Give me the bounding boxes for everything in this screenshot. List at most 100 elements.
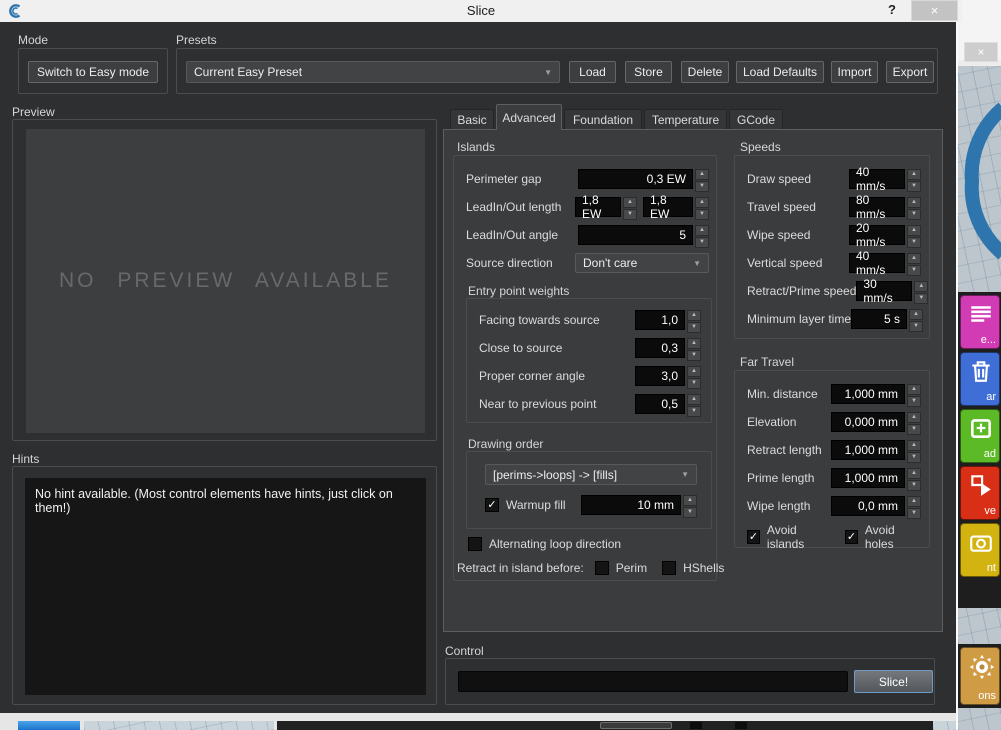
switch-easy-mode-button[interactable]: Switch to Easy mode (28, 61, 158, 83)
spin-down-icon[interactable]: ▼ (907, 396, 921, 407)
spin-down-icon[interactable]: ▼ (695, 181, 709, 192)
leadinout-angle-value[interactable]: 5 (578, 225, 693, 245)
minimum-layer-time-value[interactable]: 5 s (851, 309, 907, 329)
background-toolbar-square[interactable] (735, 722, 747, 729)
spinner-buttons[interactable]: ▲ ▼ (907, 412, 921, 432)
alternating-loop-checkbox[interactable]: ✓ Alternating loop direction (468, 537, 621, 551)
spinner-buttons[interactable]: ▲ ▼ (907, 384, 921, 404)
retract-length-value[interactable]: 1,000 mm (831, 440, 905, 460)
spin-up-icon[interactable]: ▲ (907, 197, 921, 208)
wipe-speed-input[interactable]: 20 mm/s ▲ ▼ (849, 225, 921, 245)
spin-down-icon[interactable]: ▼ (907, 265, 921, 276)
spinner-buttons[interactable]: ▲ ▼ (907, 496, 921, 516)
import-button[interactable]: Import (831, 61, 878, 83)
spin-up-icon[interactable]: ▲ (907, 384, 921, 395)
spinner-buttons[interactable]: ▲ ▼ (907, 440, 921, 460)
near-previous-point-input[interactable]: 0,5 ▲ ▼ (635, 394, 701, 414)
spin-up-icon[interactable]: ▲ (695, 197, 709, 208)
spinner-buttons[interactable]: ▲ ▼ (909, 309, 923, 329)
spinner-buttons[interactable]: ▲ ▼ (907, 225, 921, 245)
spin-down-icon[interactable]: ▼ (907, 181, 921, 192)
spinner-buttons[interactable]: ▲ ▼ (687, 338, 701, 358)
facing-towards-source-value[interactable]: 1,0 (635, 310, 685, 330)
spinner-buttons[interactable]: ▲ ▼ (687, 394, 701, 414)
leadin-length-value[interactable]: 1,8 EW (575, 197, 621, 217)
spinner-buttons[interactable]: ▲ ▼ (687, 310, 701, 330)
spin-up-icon[interactable]: ▲ (687, 394, 701, 405)
preset-select[interactable]: Current Easy Preset ▼ (186, 61, 560, 83)
spin-up-icon[interactable]: ▲ (914, 281, 928, 292)
elevation-input[interactable]: 0,000 mm ▲ ▼ (831, 412, 921, 432)
sidebar-button-save[interactable]: ve (960, 466, 1000, 520)
spin-up-icon[interactable]: ▲ (687, 338, 701, 349)
tab-temperature[interactable]: Temperature (644, 109, 727, 130)
spinner-buttons[interactable]: ▲ ▼ (914, 281, 928, 301)
near-previous-point-value[interactable]: 0,5 (635, 394, 685, 414)
spin-down-icon[interactable]: ▼ (687, 406, 701, 417)
background-blue-button[interactable] (18, 721, 80, 730)
spin-up-icon[interactable]: ▲ (687, 366, 701, 377)
background-toolbar-button[interactable] (600, 722, 672, 729)
spin-down-icon[interactable]: ▼ (687, 350, 701, 361)
avoid-holes-checkbox[interactable]: ✓ Avoid holes (845, 523, 921, 551)
warmup-fill-value[interactable]: 10 mm (581, 495, 681, 515)
retract-hshells-checkbox[interactable]: ✓ HShells (662, 561, 724, 575)
warmup-fill-input[interactable]: 10 mm ▲ ▼ (581, 495, 697, 515)
spinner-buttons[interactable]: ▲ ▼ (695, 197, 709, 217)
export-button[interactable]: Export (886, 61, 934, 83)
spin-down-icon[interactable]: ▼ (695, 237, 709, 248)
tab-advanced[interactable]: Advanced (496, 104, 562, 130)
spinner-buttons[interactable]: ▲ ▼ (907, 468, 921, 488)
checkbox-box[interactable]: ✓ (662, 561, 676, 575)
slice-button[interactable]: Slice! (854, 670, 933, 693)
min-distance-value[interactable]: 1,000 mm (831, 384, 905, 404)
retract-prime-speed-value[interactable]: 30 mm/s (856, 281, 912, 301)
retract-perim-checkbox[interactable]: ✓ Perim (595, 561, 647, 575)
spin-up-icon[interactable]: ▲ (695, 225, 709, 236)
checkbox-box[interactable]: ✓ (468, 537, 482, 551)
spin-up-icon[interactable]: ▲ (683, 495, 697, 506)
wipe-length-value[interactable]: 0,0 mm (831, 496, 905, 516)
retract-length-input[interactable]: 1,000 mm ▲ ▼ (831, 440, 921, 460)
drawing-order-select[interactable]: [perims->loops] -> [fills] ▼ (485, 464, 697, 485)
source-direction-select[interactable]: Don't care ▼ (575, 253, 709, 273)
background-close-button[interactable]: × (964, 42, 998, 62)
minimum-layer-time-input[interactable]: 5 s ▲ ▼ (851, 309, 923, 329)
sidebar-button-slice[interactable]: e... (960, 295, 1000, 349)
spinner-buttons[interactable]: ▲ ▼ (907, 169, 921, 189)
close-to-source-input[interactable]: 0,3 ▲ ▼ (635, 338, 701, 358)
delete-button[interactable]: Delete (681, 61, 729, 83)
spin-up-icon[interactable]: ▲ (907, 440, 921, 451)
tab-basic[interactable]: Basic (450, 109, 494, 130)
checkbox-box[interactable]: ✓ (485, 498, 499, 512)
dialog-titlebar[interactable]: Slice ? × (0, 0, 962, 22)
vertical-speed-input[interactable]: 40 mm/s ▲ ▼ (849, 253, 921, 273)
close-button[interactable]: × (911, 0, 958, 21)
close-to-source-value[interactable]: 0,3 (635, 338, 685, 358)
tab-foundation[interactable]: Foundation (564, 109, 642, 130)
spin-up-icon[interactable]: ▲ (907, 412, 921, 423)
spinner-buttons[interactable]: ▲ ▼ (695, 225, 709, 245)
elevation-value[interactable]: 0,000 mm (831, 412, 905, 432)
prime-length-input[interactable]: 1,000 mm ▲ ▼ (831, 468, 921, 488)
facing-towards-source-input[interactable]: 1,0 ▲ ▼ (635, 310, 701, 330)
spin-up-icon[interactable]: ▲ (623, 197, 637, 208)
spin-down-icon[interactable]: ▼ (907, 452, 921, 463)
warmup-fill-checkbox[interactable]: ✓ Warmup fill (485, 498, 566, 512)
spin-up-icon[interactable]: ▲ (907, 169, 921, 180)
wipe-length-input[interactable]: 0,0 mm ▲ ▼ (831, 496, 921, 516)
perimeter-gap-value[interactable]: 0,3 EW (578, 169, 693, 189)
spin-up-icon[interactable]: ▲ (907, 225, 921, 236)
travel-speed-input[interactable]: 80 mm/s ▲ ▼ (849, 197, 921, 217)
spin-up-icon[interactable]: ▲ (695, 169, 709, 180)
retract-prime-speed-input[interactable]: 30 mm/s ▲ ▼ (856, 281, 928, 301)
sidebar-button-print[interactable]: nt (960, 523, 1000, 577)
spin-up-icon[interactable]: ▲ (907, 468, 921, 479)
leadinout-angle-input[interactable]: 5 ▲ ▼ (578, 225, 709, 245)
spinner-buttons[interactable]: ▲ ▼ (695, 169, 709, 189)
spinner-buttons[interactable]: ▲ ▼ (687, 366, 701, 386)
leadin-length-input[interactable]: 1,8 EW ▲ ▼ (575, 197, 637, 217)
sidebar-button-options[interactable]: ons (960, 647, 1000, 705)
spinner-buttons[interactable]: ▲ ▼ (623, 197, 637, 217)
spinner-buttons[interactable]: ▲ ▼ (683, 495, 697, 515)
